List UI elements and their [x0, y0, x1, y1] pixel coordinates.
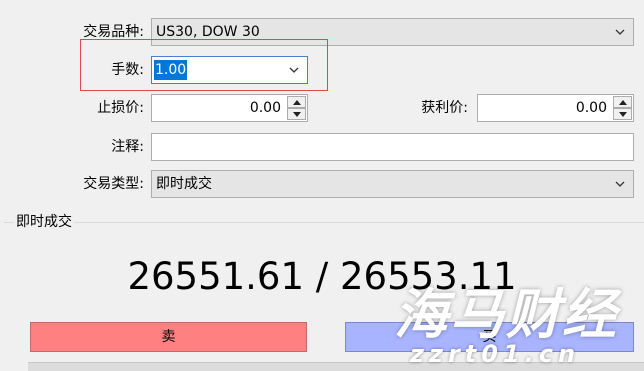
- watermark-title: 海马财经: [394, 283, 618, 346]
- volume-value: 1.00: [154, 60, 188, 80]
- take-profit-field[interactable]: 0.00: [477, 94, 634, 122]
- chevron-down-icon: [615, 179, 625, 189]
- chevron-down-icon: [615, 27, 625, 37]
- stop-loss-spinner[interactable]: [287, 96, 306, 120]
- order-type-label: 交易类型:: [83, 176, 144, 192]
- arrow-down-icon[interactable]: [287, 108, 306, 120]
- stop-loss-label: 止损价:: [97, 100, 144, 116]
- order-type-select[interactable]: 即时成交: [151, 170, 634, 198]
- stop-loss-field[interactable]: 0.00: [151, 94, 308, 122]
- arrow-up-icon[interactable]: [613, 96, 632, 108]
- comment-label: 注释:: [111, 139, 144, 155]
- watermark-url: zzrt01.cn: [410, 340, 581, 368]
- volume-select[interactable]: 1.00: [151, 56, 308, 84]
- sell-button[interactable]: 卖: [30, 322, 307, 352]
- chevron-down-icon: [289, 65, 299, 75]
- arrow-down-icon[interactable]: [613, 108, 632, 120]
- comment-input[interactable]: [151, 133, 634, 161]
- stop-loss-value: 0.00: [249, 100, 281, 116]
- arrow-up-icon[interactable]: [287, 96, 306, 108]
- volume-label: 手数:: [111, 62, 144, 78]
- group-divider: [4, 222, 644, 223]
- take-profit-spinner[interactable]: [613, 96, 632, 120]
- order-type-value: 即时成交: [156, 176, 212, 192]
- take-profit-label: 获利价:: [421, 100, 468, 116]
- execution-group-title: 即时成交: [14, 212, 74, 232]
- take-profit-value: 0.00: [575, 100, 607, 116]
